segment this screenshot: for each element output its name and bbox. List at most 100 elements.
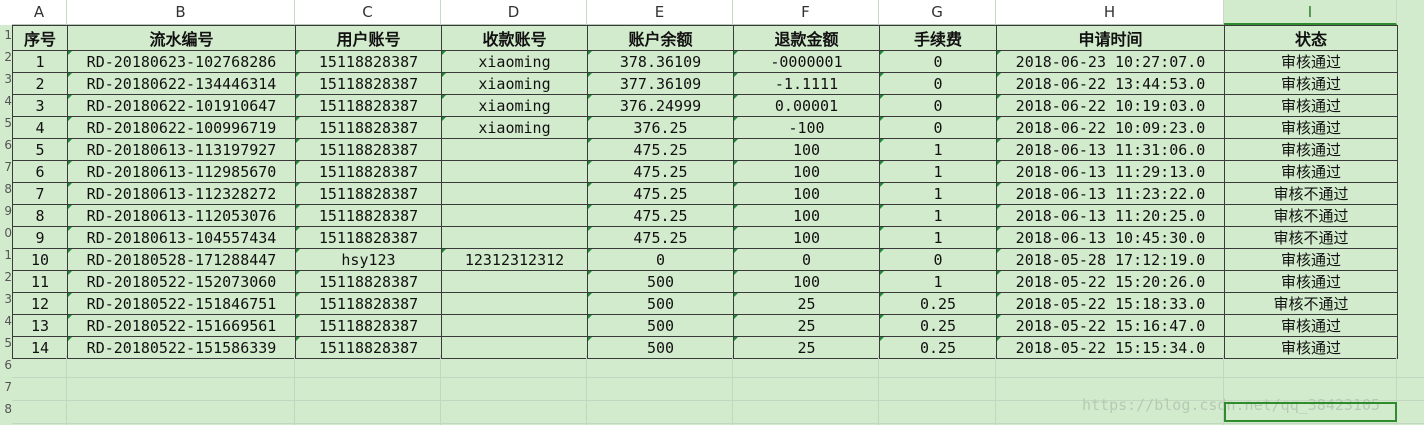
active-cell-selection[interactable] bbox=[1224, 402, 1397, 422]
cell-seq[interactable]: 8 bbox=[12, 204, 68, 227]
cell-status[interactable]: 审核通过 bbox=[1224, 160, 1398, 183]
cell-refund-amount[interactable]: 100 bbox=[733, 182, 880, 205]
cell-fee[interactable]: 1 bbox=[879, 138, 997, 161]
cell-refund-amount[interactable]: 100 bbox=[733, 138, 880, 161]
cell-seq[interactable]: 11 bbox=[12, 270, 68, 293]
header-status[interactable]: 状态 bbox=[1224, 25, 1398, 51]
cell-user-account[interactable]: 15118828387 bbox=[295, 138, 442, 161]
cell-balance[interactable]: 475.25 bbox=[587, 182, 734, 205]
column-header-i[interactable]: I bbox=[1224, 0, 1397, 25]
cell-user-account[interactable]: 15118828387 bbox=[295, 226, 442, 249]
column-header-h[interactable]: H bbox=[996, 0, 1224, 25]
cell-user-account[interactable]: 15118828387 bbox=[295, 50, 442, 73]
cell-payee-account[interactable] bbox=[441, 138, 588, 161]
cell-user-account[interactable]: 15118828387 bbox=[295, 94, 442, 117]
column-header-d[interactable]: D bbox=[441, 0, 587, 25]
cell-refund-amount[interactable]: -0000001 bbox=[733, 50, 880, 73]
cell-balance[interactable]: 500 bbox=[587, 314, 734, 337]
cell-fee[interactable]: 1 bbox=[879, 204, 997, 227]
cell-payee-account[interactable] bbox=[441, 160, 588, 183]
cell-balance[interactable]: 500 bbox=[587, 336, 734, 359]
cell-payee-account[interactable] bbox=[441, 226, 588, 249]
cell-serial-no[interactable]: RD-20180522-151586339 bbox=[67, 336, 296, 359]
cell-user-account[interactable]: 15118828387 bbox=[295, 204, 442, 227]
cell-payee-account[interactable] bbox=[441, 270, 588, 293]
cell-seq[interactable]: 9 bbox=[12, 226, 68, 249]
cell-apply-time[interactable]: 2018-05-22 15:16:47.0 bbox=[996, 314, 1225, 337]
row-header[interactable]: 0 bbox=[0, 226, 12, 240]
cell-refund-amount[interactable]: 0.00001 bbox=[733, 94, 880, 117]
cell-payee-account[interactable]: xiaoming bbox=[441, 116, 588, 139]
row-header[interactable]: 4 bbox=[0, 94, 12, 108]
cell-seq[interactable]: 2 bbox=[12, 72, 68, 95]
cell-refund-amount[interactable]: 100 bbox=[733, 204, 880, 227]
cell-balance[interactable]: 377.36109 bbox=[587, 72, 734, 95]
cell-status[interactable]: 审核通过 bbox=[1224, 72, 1398, 95]
cell-serial-no[interactable]: RD-20180522-151669561 bbox=[67, 314, 296, 337]
cell-serial-no[interactable]: RD-20180622-100996719 bbox=[67, 116, 296, 139]
cell-status[interactable]: 审核不通过 bbox=[1224, 292, 1398, 315]
cell-refund-amount[interactable]: 25 bbox=[733, 292, 880, 315]
cell-payee-account[interactable]: xiaoming bbox=[441, 94, 588, 117]
column-header-g[interactable]: G bbox=[879, 0, 996, 25]
cell-apply-time[interactable]: 2018-06-22 10:09:23.0 bbox=[996, 116, 1225, 139]
cell-payee-account[interactable]: 12312312312 bbox=[441, 248, 588, 271]
cell-user-account[interactable]: hsy123 bbox=[295, 248, 442, 271]
header-apply-time[interactable]: 申请时间 bbox=[996, 25, 1225, 51]
cell-refund-amount[interactable]: 25 bbox=[733, 336, 880, 359]
cell-payee-account[interactable]: xiaoming bbox=[441, 50, 588, 73]
header-serial-no[interactable]: 流水编号 bbox=[67, 25, 296, 51]
cell-balance[interactable]: 0 bbox=[587, 248, 734, 271]
cell-balance[interactable]: 475.25 bbox=[587, 160, 734, 183]
cell-serial-no[interactable]: RD-20180613-112985670 bbox=[67, 160, 296, 183]
cell-fee[interactable]: 0.25 bbox=[879, 336, 997, 359]
cell-serial-no[interactable]: RD-20180622-134446314 bbox=[67, 72, 296, 95]
row-header[interactable]: 3 bbox=[0, 292, 12, 306]
cell-fee[interactable]: 1 bbox=[879, 160, 997, 183]
cell-payee-account[interactable] bbox=[441, 336, 588, 359]
cell-fee[interactable]: 1 bbox=[879, 182, 997, 205]
cell-payee-account[interactable] bbox=[441, 292, 588, 315]
cell-serial-no[interactable]: RD-20180622-101910647 bbox=[67, 94, 296, 117]
column-header-c[interactable]: C bbox=[295, 0, 441, 25]
cell-payee-account[interactable] bbox=[441, 314, 588, 337]
header-seq[interactable]: 序号 bbox=[12, 25, 68, 51]
cell-fee[interactable]: 0 bbox=[879, 50, 997, 73]
cell-status[interactable]: 审核通过 bbox=[1224, 336, 1398, 359]
row-header[interactable]: 7 bbox=[0, 380, 12, 394]
cell-apply-time[interactable]: 2018-06-13 10:45:30.0 bbox=[996, 226, 1225, 249]
cell-status[interactable]: 审核通过 bbox=[1224, 314, 1398, 337]
cell-refund-amount[interactable]: -1.1111 bbox=[733, 72, 880, 95]
cell-seq[interactable]: 4 bbox=[12, 116, 68, 139]
cell-refund-amount[interactable]: 100 bbox=[733, 270, 880, 293]
cell-balance[interactable]: 376.24999 bbox=[587, 94, 734, 117]
row-header[interactable]: 2 bbox=[0, 270, 12, 284]
cell-fee[interactable]: 1 bbox=[879, 270, 997, 293]
cell-balance[interactable]: 475.25 bbox=[587, 138, 734, 161]
cell-apply-time[interactable]: 2018-05-22 15:20:26.0 bbox=[996, 270, 1225, 293]
header-fee[interactable]: 手续费 bbox=[879, 25, 997, 51]
select-all-corner[interactable] bbox=[0, 0, 12, 25]
cell-apply-time[interactable]: 2018-05-22 15:15:34.0 bbox=[996, 336, 1225, 359]
cell-serial-no[interactable]: RD-20180522-152073060 bbox=[67, 270, 296, 293]
cell-refund-amount[interactable]: -100 bbox=[733, 116, 880, 139]
cell-serial-no[interactable]: RD-20180522-151846751 bbox=[67, 292, 296, 315]
cell-fee[interactable]: 0 bbox=[879, 94, 997, 117]
cell-balance[interactable]: 500 bbox=[587, 292, 734, 315]
cell-status[interactable]: 审核通过 bbox=[1224, 94, 1398, 117]
cell-user-account[interactable]: 15118828387 bbox=[295, 270, 442, 293]
cell-fee[interactable]: 0 bbox=[879, 72, 997, 95]
cell-status[interactable]: 审核不通过 bbox=[1224, 182, 1398, 205]
header-refund-amount[interactable]: 退款金额 bbox=[733, 25, 880, 51]
cell-apply-time[interactable]: 2018-06-13 11:29:13.0 bbox=[996, 160, 1225, 183]
cell-status[interactable]: 审核通过 bbox=[1224, 50, 1398, 73]
column-header-e[interactable]: E bbox=[587, 0, 733, 25]
cell-user-account[interactable]: 15118828387 bbox=[295, 182, 442, 205]
cell-apply-time[interactable]: 2018-05-22 15:18:33.0 bbox=[996, 292, 1225, 315]
cell-apply-time[interactable]: 2018-05-28 17:12:19.0 bbox=[996, 248, 1225, 271]
cell-user-account[interactable]: 15118828387 bbox=[295, 116, 442, 139]
cell-refund-amount[interactable]: 100 bbox=[733, 226, 880, 249]
cell-balance[interactable]: 378.36109 bbox=[587, 50, 734, 73]
cell-serial-no[interactable]: RD-20180528-171288447 bbox=[67, 248, 296, 271]
cell-fee[interactable]: 0.25 bbox=[879, 292, 997, 315]
